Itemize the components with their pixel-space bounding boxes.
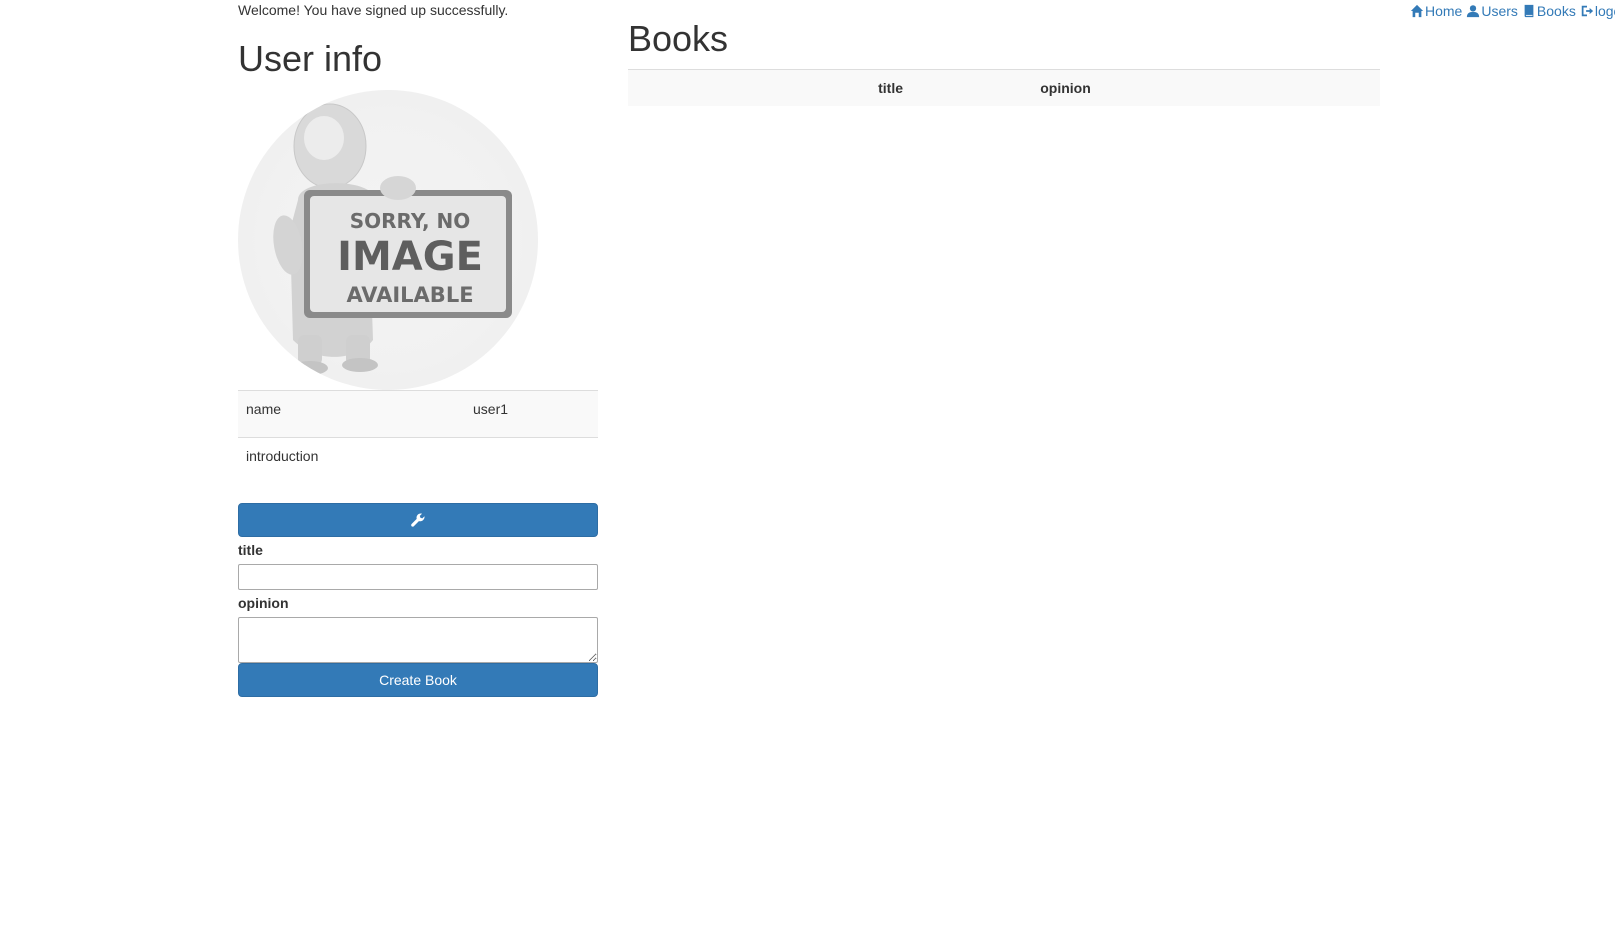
create-book-button[interactable]: Create Book (238, 662, 598, 697)
info-key: introduction (238, 437, 465, 485)
info-value: user1 (465, 390, 598, 438)
nav-users-link[interactable]: Users (1466, 3, 1518, 19)
col-header-empty (1228, 69, 1380, 106)
edit-user-button[interactable] (238, 502, 598, 537)
book-title-input[interactable] (238, 563, 598, 590)
info-key: name (238, 390, 465, 438)
nav-books-label: Books (1536, 3, 1576, 19)
user-info-section: User info SORRY, NO IMAGE AVAILABLE name… (238, 36, 598, 697)
books-table-header: title opinion (628, 69, 1380, 106)
flash-message: Welcome! You have signed up successfully… (238, 2, 509, 18)
opinion-label: opinion (238, 594, 289, 611)
table-row: name user1 (238, 390, 598, 438)
book-icon (1524, 4, 1534, 18)
title-label: title (238, 541, 263, 558)
col-header-opinion: opinion (903, 69, 1228, 106)
top-nav: Home Users Books logout (1410, 1, 1615, 21)
nav-logout-link[interactable]: logout (1580, 3, 1615, 19)
nav-home-link[interactable]: Home (1410, 3, 1462, 19)
placeholder-line3: AVAILABLE (346, 283, 473, 307)
nav-logout-label: logout (1594, 3, 1615, 19)
no-image-placeholder: SORRY, NO IMAGE AVAILABLE (273, 103, 512, 375)
nav-users-label: Users (1481, 3, 1518, 19)
book-opinion-textarea[interactable] (238, 616, 598, 663)
books-title: Books (628, 18, 729, 59)
placeholder-line1: SORRY, NO (350, 209, 471, 233)
table-row: introduction (238, 437, 598, 485)
wrench-icon (411, 512, 425, 527)
info-value (465, 437, 598, 485)
nav-home-label: Home (1425, 3, 1463, 19)
user-icon (1467, 5, 1480, 18)
user-info-table: name user1 introduction (238, 390, 598, 485)
nav-books-link[interactable]: Books (1522, 3, 1576, 19)
books-section: Books title opinion (628, 16, 1380, 106)
logout-icon (1581, 5, 1593, 17)
placeholder-line2: IMAGE (337, 234, 483, 280)
col-header-title: title (628, 69, 903, 106)
user-avatar: SORRY, NO IMAGE AVAILABLE (238, 90, 538, 390)
home-icon (1410, 4, 1424, 18)
user-info-title: User info (238, 38, 383, 79)
books-table: title opinion (628, 69, 1380, 106)
